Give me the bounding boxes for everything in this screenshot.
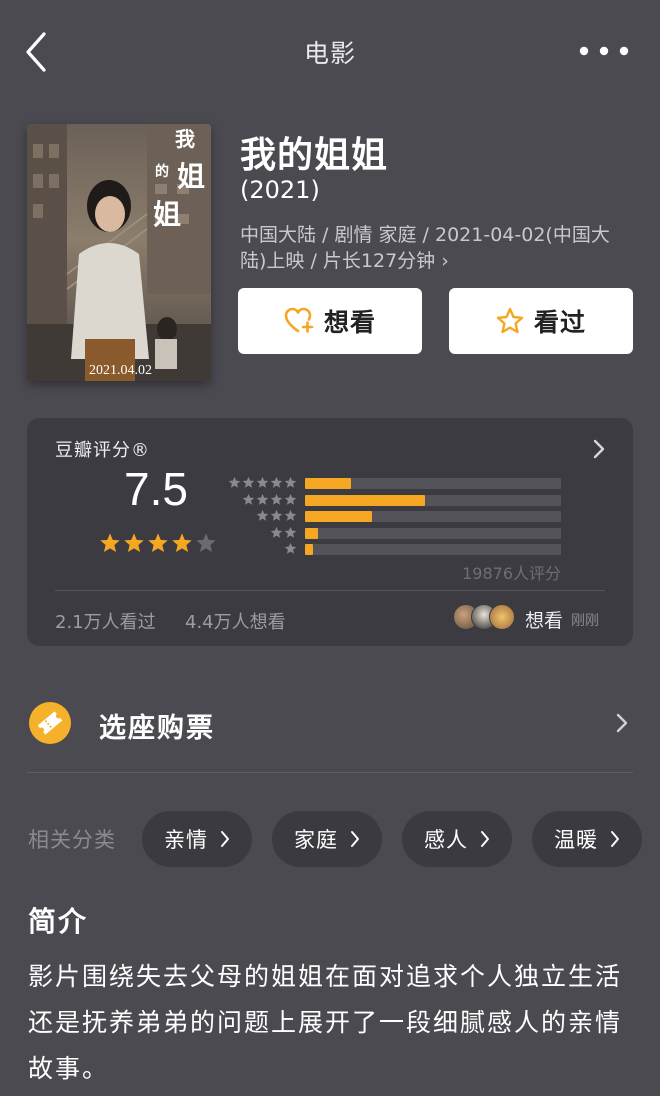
distribution-bar-track <box>305 544 561 555</box>
star-small-icon <box>256 509 269 521</box>
chevron-right-icon <box>481 831 489 847</box>
avatar <box>489 604 515 630</box>
star-small-icon <box>242 476 255 488</box>
buy-ticket-label: 选座购票 <box>99 713 215 744</box>
distribution-stars <box>227 493 297 507</box>
star-small-icon <box>228 476 241 488</box>
star-small-icon <box>284 509 297 521</box>
chevron-right-icon[interactable] <box>591 438 607 460</box>
category-label: 家庭 <box>294 828 338 852</box>
distribution-row <box>227 493 561 507</box>
friend-avatars[interactable] <box>453 604 519 632</box>
star-small-icon <box>242 493 255 505</box>
chevron-right-icon <box>351 831 359 847</box>
star-outline-icon <box>496 307 524 334</box>
star-small-icon <box>270 476 283 488</box>
rating-source: 豆瓣评分® <box>55 440 150 461</box>
category-chip-family-love[interactable]: 亲情 <box>142 811 252 867</box>
chevron-right-icon <box>616 713 628 733</box>
distribution-bar-track <box>305 527 561 539</box>
want-to-watch-label: 想看 <box>323 308 376 337</box>
distribution-bar-fill <box>305 544 313 555</box>
header: 电影 <box>0 0 660 104</box>
category-label: 感人 <box>424 828 468 852</box>
want-to-watch-button[interactable]: 想看 <box>238 288 422 354</box>
distribution-stars <box>227 542 297 556</box>
distribution-row <box>227 526 561 540</box>
distribution-stars <box>227 526 297 540</box>
star-empty-icon <box>196 533 216 552</box>
distribution-bar-fill <box>305 478 352 489</box>
star-filled-icon <box>148 533 168 552</box>
category-chip-touching[interactable]: 感人 <box>402 811 512 867</box>
star-small-icon <box>284 526 297 538</box>
category-chip-warm[interactable]: 温暖 <box>532 811 642 867</box>
movie-title: 我的姐姐 <box>240 135 389 176</box>
movie-poster[interactable]: 我 的 姐 姐 2021.04.02 <box>27 124 211 381</box>
ticket-icon <box>29 702 71 744</box>
movie-meta-link[interactable]: 中国大陆 / 剧情 家庭 / 2021-04-02(中国大陆)上映 / 片长12… <box>240 222 630 274</box>
rating-count: 19876人评分 <box>462 564 561 583</box>
category-label: 温暖 <box>554 828 598 852</box>
activity-time: 刚刚 <box>571 613 599 629</box>
page-title: 电影 <box>303 39 356 68</box>
seen-count: 2.1万人看过 <box>55 612 156 633</box>
more-button[interactable] <box>578 40 630 62</box>
svg-text:姐: 姐 <box>153 198 181 231</box>
chevron-right-icon <box>611 831 619 847</box>
distribution-stars <box>227 476 297 490</box>
svg-text:姐: 姐 <box>177 160 205 193</box>
star-small-icon <box>284 542 297 554</box>
watched-label: 看过 <box>533 308 586 337</box>
intro-text: 影片围绕失去父母的姐姐在面对追求个人独立生活还是抚养弟弟的问题上展开了一段细腻感… <box>28 962 623 1083</box>
buy-ticket-row[interactable]: 选座购票 <box>27 686 633 762</box>
related-categories-label: 相关分类 <box>28 828 116 852</box>
distribution-bar-track <box>305 511 561 522</box>
distribution-bar-track <box>305 494 561 506</box>
star-small-icon <box>284 476 297 488</box>
distribution-row <box>227 476 561 490</box>
distribution-bar-fill <box>305 511 372 522</box>
distribution-bar-track <box>305 478 561 489</box>
poster-date: 2021.04.02 <box>89 363 152 378</box>
star-small-icon <box>284 493 297 505</box>
movie-year: (2021) <box>240 176 320 204</box>
star-filled-icon <box>172 533 192 552</box>
poster-image: 我 的 姐 姐 2021.04.02 <box>27 124 211 381</box>
distribution-stars <box>227 509 297 523</box>
card-divider <box>55 590 605 591</box>
activity-action: 想看 <box>525 610 564 632</box>
star-small-icon <box>270 493 283 505</box>
star-small-icon <box>270 509 283 521</box>
rating-stars <box>99 532 217 554</box>
heart-plus-icon <box>284 307 314 333</box>
star-small-icon <box>256 493 269 505</box>
distribution-bar-fill <box>305 494 426 506</box>
chevron-right-icon <box>221 831 229 847</box>
svg-text:的: 的 <box>155 163 169 180</box>
star-small-icon <box>270 526 283 538</box>
svg-text:我: 我 <box>175 127 195 151</box>
distribution-row <box>227 542 561 556</box>
distribution-bar-fill <box>305 527 318 539</box>
star-filled-icon <box>124 533 144 552</box>
rating-score: 7.5 <box>124 463 188 515</box>
want-count: 4.4万人想看 <box>185 612 286 633</box>
star-filled-icon <box>100 533 120 552</box>
section-divider <box>27 772 633 773</box>
watched-button[interactable]: 看过 <box>449 288 633 354</box>
category-chip-family[interactable]: 家庭 <box>272 811 382 867</box>
distribution-row <box>227 509 561 523</box>
category-label: 亲情 <box>164 828 208 852</box>
intro-title: 简介 <box>28 905 89 938</box>
more-dots-icon <box>579 46 629 56</box>
star-small-icon <box>256 476 269 488</box>
rating-card[interactable]: 豆瓣评分® 7.5 19876人评分 2.1万人看过 4.4万人想看 想看 刚刚 <box>27 418 633 646</box>
